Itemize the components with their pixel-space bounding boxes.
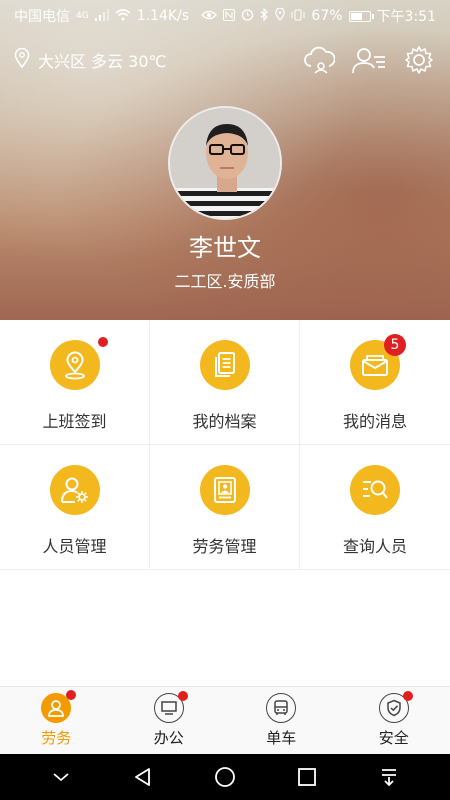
bus-icon	[266, 693, 297, 723]
person-gear-icon	[60, 477, 88, 503]
message-count-badge: 5	[384, 334, 406, 356]
profile-header: 中国电信 4G 1.14K/s 67% 下午3:51 大兴区 多云 30℃ 李世…	[0, 0, 450, 320]
search-list-icon	[363, 480, 388, 499]
tab-safety[interactable]: 安全	[338, 687, 450, 754]
monitor-icon	[153, 691, 188, 723]
notification-dot	[177, 691, 188, 701]
vibrate-icon	[291, 9, 305, 24]
nfc-icon	[223, 8, 236, 24]
grid-label: 上班签到	[42, 412, 107, 431]
header-actions	[302, 43, 436, 77]
grid-label: 查询人员	[342, 537, 407, 556]
notification-dot	[97, 337, 108, 347]
status-right: 67% 下午3:51	[201, 6, 436, 26]
grid-item-my-profile[interactable]: 我的档案	[150, 320, 300, 445]
grid-item-my-messages[interactable]: 5 我的消息	[300, 320, 450, 445]
grid-item-check-in[interactable]: 上班签到	[0, 320, 150, 445]
eye-icon	[201, 10, 218, 23]
tab-label: 安全	[378, 729, 409, 747]
signal-icon: 4G	[76, 10, 89, 21]
avatar[interactable]	[168, 106, 282, 220]
status-left: 中国电信 4G 1.14K/s	[14, 6, 189, 26]
grid-label: 我的档案	[192, 412, 257, 431]
carrier-label: 中国电信	[14, 9, 70, 25]
shield-check-icon	[378, 691, 413, 723]
grid-item-labor-management[interactable]: 劳务管理	[150, 445, 300, 570]
tab-label: 单车	[266, 729, 297, 747]
profile-department: 二工区.安质部	[174, 272, 276, 291]
grid-label: 劳务管理	[192, 537, 257, 556]
profile-name: 李世文	[189, 234, 261, 262]
tab-labor[interactable]: 劳务	[0, 687, 113, 754]
id-card-icon	[213, 477, 236, 503]
function-grid: 上班签到 我的档案 5 我的消息 人员管理 劳务管理 查询人员	[0, 320, 450, 570]
battery-level	[350, 12, 362, 20]
location-icon	[275, 7, 286, 24]
messages-icon-circle: 5	[350, 334, 406, 390]
person-icon	[41, 690, 77, 723]
status-bar: 中国电信 4G 1.14K/s 67% 下午3:51	[0, 0, 450, 32]
bottom-tab-bar: 劳务 办公 单车 安全	[0, 686, 450, 754]
check-in-icon-circle	[49, 337, 108, 390]
envelope-icon	[362, 355, 388, 376]
signal-bars-icon	[94, 8, 109, 24]
profile-icon-circle	[199, 340, 250, 390]
staff-icon-circle	[49, 465, 100, 515]
grid-item-staff-management[interactable]: 人员管理	[0, 445, 150, 570]
location-weather[interactable]: 大兴区 多云 30℃	[14, 47, 167, 72]
location-pin-icon	[64, 351, 85, 380]
grid-label: 人员管理	[42, 537, 107, 556]
header-toolbar: 大兴区 多云 30℃	[0, 40, 450, 80]
tab-office[interactable]: 办公	[113, 687, 226, 754]
contacts-icon[interactable]	[352, 43, 386, 77]
system-nav-bar	[0, 754, 450, 800]
cloud-user-icon[interactable]	[302, 43, 336, 77]
grid-item-search-staff[interactable]: 查询人员	[300, 445, 450, 570]
battery-icon	[348, 10, 374, 22]
location-pin-icon	[14, 47, 30, 72]
document-icon	[214, 352, 235, 377]
battery-percent: 67%	[311, 8, 343, 24]
notification-dot	[66, 690, 77, 700]
alarm-icon	[241, 8, 254, 24]
search-icon-circle	[350, 465, 400, 515]
recents-icon[interactable]	[287, 757, 327, 797]
gear-icon[interactable]	[402, 43, 436, 77]
home-icon[interactable]	[205, 757, 245, 797]
notification-pulldown-icon[interactable]	[369, 757, 409, 797]
network-speed: 1.14K/s	[136, 8, 190, 24]
tab-label: 劳务	[41, 729, 72, 747]
clock: 下午3:51	[376, 9, 436, 25]
location-weather-text: 大兴区 多云 30℃	[38, 52, 167, 71]
notification-dot	[402, 691, 413, 701]
back-icon[interactable]	[123, 757, 163, 797]
grid-label: 我的消息	[342, 412, 407, 431]
tab-bike[interactable]: 单车	[225, 687, 338, 754]
tab-label: 办公	[153, 729, 184, 747]
chevron-down-icon[interactable]	[41, 757, 81, 797]
wifi-icon	[115, 8, 131, 24]
bluetooth-icon	[260, 7, 269, 24]
labor-icon-circle	[199, 465, 250, 515]
